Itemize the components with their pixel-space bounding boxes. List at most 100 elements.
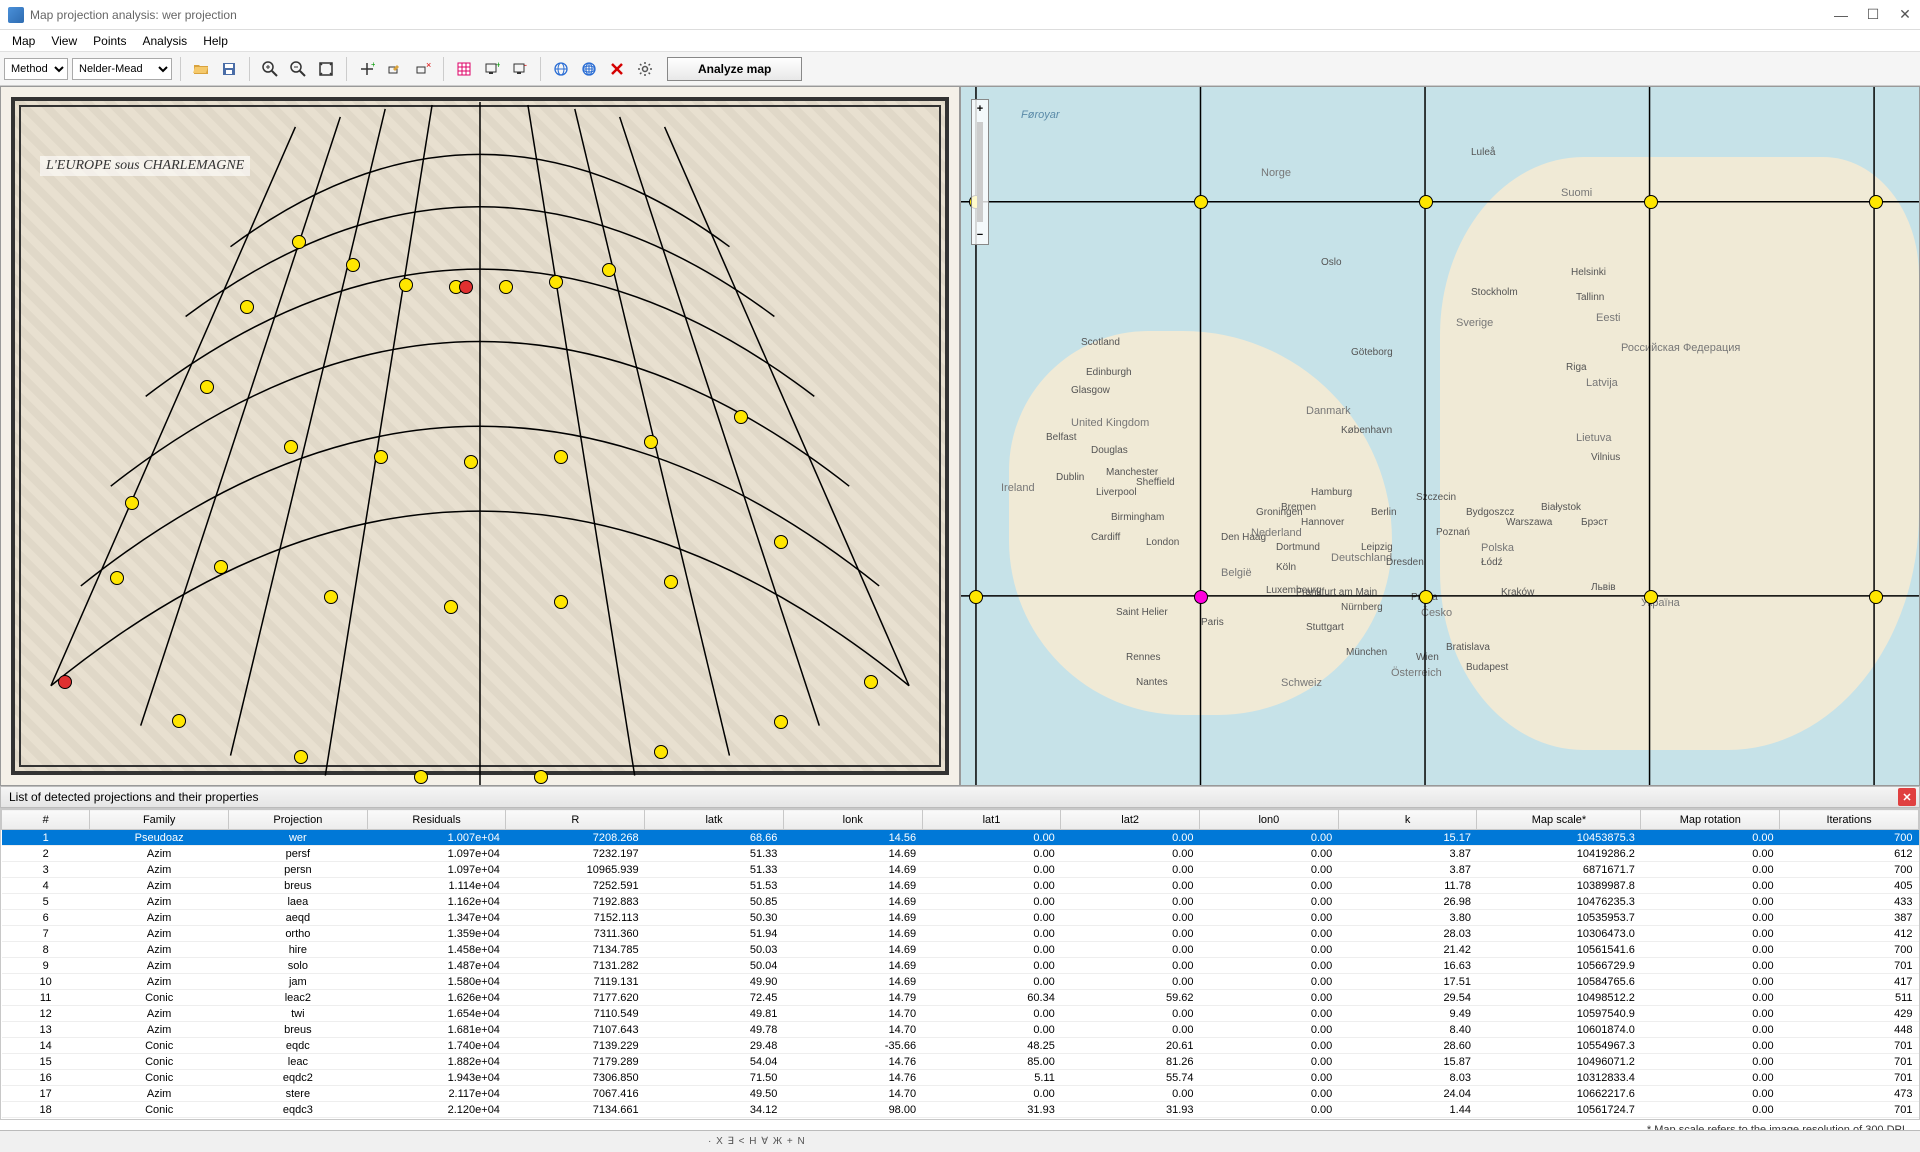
control-point[interactable] — [284, 440, 298, 454]
table-row[interactable]: 5Azimlaea1.162e+047192.88350.8514.690.00… — [2, 894, 1919, 910]
add-point-icon[interactable]: + — [355, 57, 379, 81]
control-point[interactable] — [499, 280, 513, 294]
clear-icon[interactable] — [605, 57, 629, 81]
table-row[interactable]: 4Azimbreus1.114e+047252.59151.5314.690.0… — [2, 878, 1919, 894]
control-point[interactable] — [602, 263, 616, 277]
control-point[interactable] — [1869, 590, 1883, 604]
table-row[interactable]: 9Azimsolo1.487e+047131.28250.0414.690.00… — [2, 958, 1919, 974]
globe-grid-icon[interactable] — [577, 57, 601, 81]
control-point[interactable] — [464, 455, 478, 469]
control-point[interactable] — [864, 675, 878, 689]
maximize-button[interactable]: ☐ — [1866, 8, 1880, 22]
table-row[interactable]: 8Azimhire1.458e+047134.78550.0314.690.00… — [2, 942, 1919, 958]
control-point[interactable] — [654, 745, 668, 759]
col-lat1[interactable]: lat1 — [922, 810, 1061, 830]
table-row[interactable]: 2Azimpersf1.097e+047232.19751.3314.690.0… — [2, 846, 1919, 862]
method-select[interactable]: Method M7 — [4, 58, 68, 80]
table-row[interactable]: 18Coniceqdc32.120e+047134.66134.1298.003… — [2, 1102, 1919, 1118]
close-panel-button[interactable]: ✕ — [1898, 788, 1916, 806]
control-point-selected[interactable] — [1194, 590, 1208, 604]
save-icon[interactable] — [217, 57, 241, 81]
col-lon0[interactable]: lon0 — [1200, 810, 1339, 830]
table-row[interactable]: 1Pseudoazwer1.007e+047208.26868.6614.560… — [2, 830, 1919, 846]
optimizer-select[interactable]: Nelder-Mead — [72, 58, 172, 80]
control-point[interactable] — [774, 535, 788, 549]
table-icon[interactable] — [452, 57, 476, 81]
open-icon[interactable] — [189, 57, 213, 81]
zoom-in-icon[interactable] — [258, 57, 282, 81]
table-row[interactable]: 13Azimbreus1.681e+047107.64349.7814.700.… — [2, 1022, 1919, 1038]
zoom-out-button[interactable]: − — [972, 226, 988, 244]
table-row[interactable]: 15Conicleac1.882e+047179.28954.0414.7685… — [2, 1054, 1919, 1070]
control-point[interactable] — [399, 278, 413, 292]
col-family[interactable]: Family — [90, 810, 229, 830]
col-latk[interactable]: latk — [645, 810, 784, 830]
col-lonk[interactable]: lonk — [783, 810, 922, 830]
table-row[interactable]: 10Azimjam1.580e+047119.13149.9014.690.00… — [2, 974, 1919, 990]
historic-map-pane[interactable]: L'EUROPE sous CHARLEMAGNE — [0, 86, 960, 786]
col-iterations[interactable]: Iterations — [1780, 810, 1919, 830]
control-point[interactable] — [1644, 590, 1658, 604]
control-point[interactable] — [1419, 195, 1433, 209]
reference-map-pane[interactable]: Føroyar Scotland Edinburgh Glasgow Unite… — [960, 86, 1920, 786]
table-row[interactable]: 7Azimortho1.359e+047311.36051.9414.690.0… — [2, 926, 1919, 942]
control-point[interactable] — [459, 280, 473, 294]
control-point[interactable] — [374, 450, 388, 464]
menu-map[interactable]: Map — [4, 32, 43, 50]
col-scale[interactable]: Map scale* — [1477, 810, 1641, 830]
menu-points[interactable]: Points — [85, 32, 134, 50]
control-point[interactable] — [549, 275, 563, 289]
col-r[interactable]: R — [506, 810, 645, 830]
col-residuals[interactable]: Residuals — [367, 810, 506, 830]
zoom-fit-icon[interactable] — [314, 57, 338, 81]
control-point[interactable] — [172, 714, 186, 728]
control-point[interactable] — [1194, 195, 1208, 209]
control-point[interactable] — [240, 300, 254, 314]
settings-icon[interactable] — [633, 57, 657, 81]
control-point[interactable] — [58, 675, 72, 689]
menu-help[interactable]: Help — [195, 32, 236, 50]
globe-plain-icon[interactable] — [549, 57, 573, 81]
col-lat2[interactable]: lat2 — [1061, 810, 1200, 830]
control-point[interactable] — [110, 571, 124, 585]
control-point[interactable] — [444, 600, 458, 614]
control-point[interactable] — [644, 435, 658, 449]
analyze-button[interactable]: Analyze map — [667, 57, 802, 81]
control-point[interactable] — [414, 770, 428, 784]
close-button[interactable]: ✕ — [1898, 8, 1912, 22]
table-row[interactable]: 16Coniceqdc21.943e+047306.85071.5014.765… — [2, 1070, 1919, 1086]
table-row[interactable]: 17Azimstere2.117e+047067.41649.5014.700.… — [2, 1086, 1919, 1102]
control-point[interactable] — [734, 410, 748, 424]
table-row[interactable]: 14Coniceqdc1.740e+047139.22929.48-35.664… — [2, 1038, 1919, 1054]
control-point[interactable] — [774, 715, 788, 729]
control-point[interactable] — [324, 590, 338, 604]
control-point[interactable] — [664, 575, 678, 589]
zoom-slider[interactable] — [977, 122, 983, 222]
control-point[interactable] — [346, 258, 360, 272]
control-point[interactable] — [125, 496, 139, 510]
control-point[interactable] — [1644, 195, 1658, 209]
control-point[interactable] — [294, 750, 308, 764]
minimize-button[interactable]: — — [1834, 8, 1848, 22]
col-rotation[interactable]: Map rotation — [1641, 810, 1780, 830]
control-point[interactable] — [1419, 590, 1433, 604]
table-row[interactable]: 11Conicleac21.626e+047177.62072.4514.796… — [2, 990, 1919, 1006]
control-point[interactable] — [534, 770, 548, 784]
col-k[interactable]: k — [1338, 810, 1477, 830]
control-point[interactable] — [969, 590, 983, 604]
table-row[interactable]: 3Azimpersn1.097e+0410965.93951.3314.690.… — [2, 862, 1919, 878]
delete-point-icon[interactable]: × — [411, 57, 435, 81]
control-point[interactable] — [214, 560, 228, 574]
control-point[interactable] — [554, 450, 568, 464]
col-projection[interactable]: Projection — [229, 810, 368, 830]
control-point[interactable] — [200, 380, 214, 394]
menu-analysis[interactable]: Analysis — [135, 32, 196, 50]
control-point[interactable] — [554, 595, 568, 609]
table-row[interactable]: 12Azimtwi1.654e+047110.54949.8114.700.00… — [2, 1006, 1919, 1022]
zoom-in-button[interactable]: + — [972, 100, 988, 118]
table-scroll[interactable]: # Family Projection Residuals R latk lon… — [0, 808, 1920, 1120]
control-point[interactable] — [292, 235, 306, 249]
monitor-remove-icon[interactable]: - — [508, 57, 532, 81]
zoom-out-icon[interactable] — [286, 57, 310, 81]
edit-point-icon[interactable] — [383, 57, 407, 81]
